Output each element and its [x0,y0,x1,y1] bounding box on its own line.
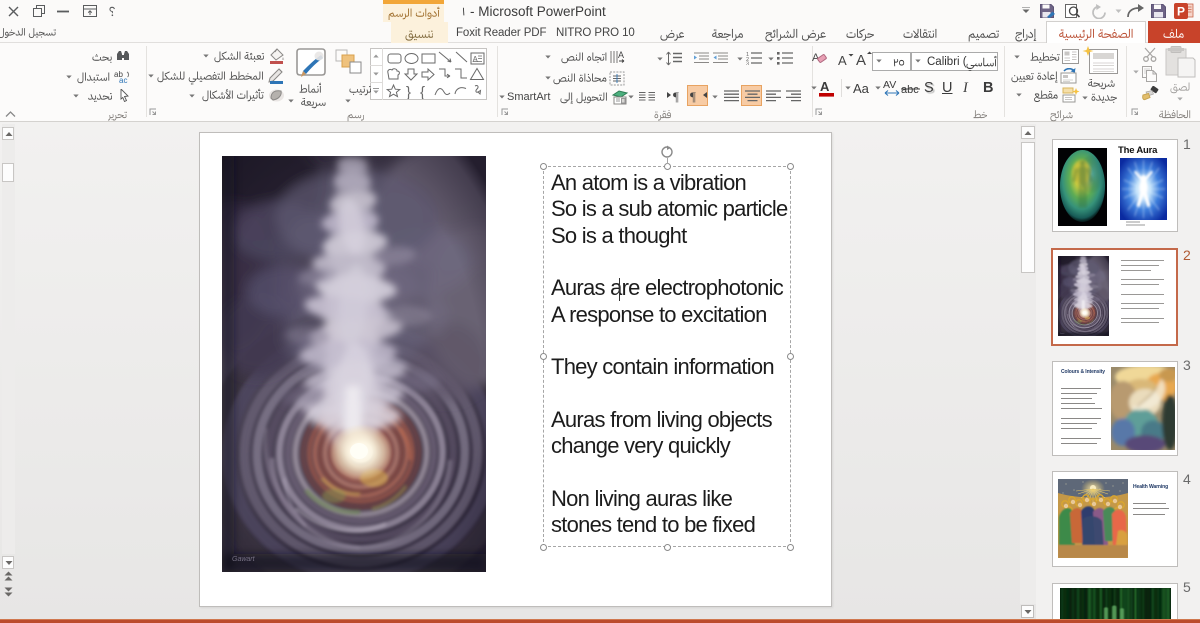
svg-text:ac: ac [119,76,127,83]
svg-text:P: P [1177,5,1185,19]
svg-text:A: A [856,52,866,67]
svg-text:Gawart: Gawart [232,556,256,563]
svg-text:{: { [420,84,425,99]
svg-text:¶: ¶ [673,89,679,104]
svg-text:A: A [820,79,830,94]
svg-text:}: } [406,84,411,99]
svg-text:3: 3 [746,62,749,66]
svg-text:A: A [838,53,847,67]
svg-text:abc: abc [901,84,919,95]
svg-text:A: A [618,50,624,60]
svg-text:A: A [473,55,479,64]
svg-text:AV: AV [883,79,896,91]
svg-text:¶: ¶ [690,89,696,104]
